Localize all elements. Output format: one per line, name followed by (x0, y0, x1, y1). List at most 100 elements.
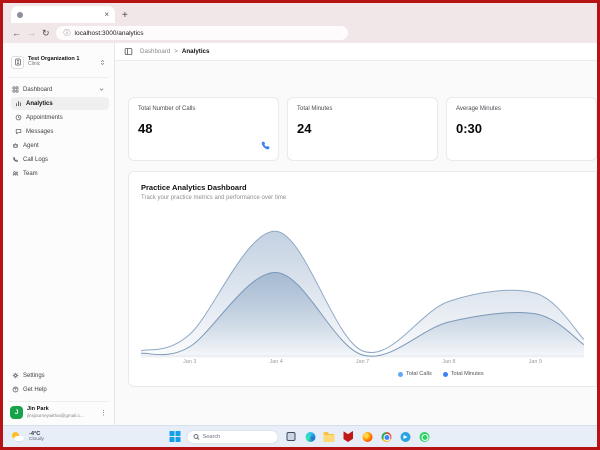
x-tick-label: Jan 7 (355, 359, 370, 365)
sidebar: Test Organization 1 Clinic Dashboard Ana… (3, 43, 115, 425)
user-email: jinsjourneywithai@gmail.c... (27, 413, 84, 419)
stat-card-value: 24 (297, 121, 312, 136)
weather-condition: Cloudy (29, 436, 44, 442)
bot-icon (13, 143, 18, 148)
x-tick-label: Jan 3 (183, 359, 197, 365)
browser-navbar: ← → ↻ ⓘ localhost:3000/analytics (3, 23, 597, 43)
file-explorer-icon[interactable] (323, 430, 336, 443)
back-icon[interactable]: ← (12, 28, 21, 38)
site-info-icon[interactable]: ⓘ (64, 28, 71, 38)
help-circle-icon (12, 386, 19, 393)
org-info: Test Organization 1 Clinic (28, 56, 95, 68)
legend-item[interactable]: Total Minutes (442, 371, 484, 377)
x-axis-ticks: Jan 3 Jan 4 Jan 7 Jan 8 Jan 9 (141, 358, 584, 367)
org-switcher[interactable]: Test Organization 1 Clinic (8, 51, 109, 78)
whatsapp-icon[interactable] (418, 430, 431, 443)
chrome-icon[interactable] (380, 430, 393, 443)
breadcrumb-current: Analytics (181, 48, 210, 55)
message-icon (15, 129, 22, 135)
main-content: Total Number of Calls 48 Total Minutes 2… (115, 61, 597, 425)
cloudy-weather-icon (11, 431, 25, 443)
sidebar-item-label: Appointments (26, 114, 63, 121)
stat-card-label: Average Minutes (456, 106, 501, 112)
breadcrumb-parent[interactable]: Dashboard (140, 48, 170, 55)
sidebar-item-team[interactable]: Team (8, 167, 109, 180)
x-tick-label: Jan 9 (528, 359, 542, 365)
mcafee-icon[interactable] (342, 430, 355, 443)
stat-card-average-minutes: Average Minutes 0:30 (446, 97, 597, 161)
search-label: Search (202, 433, 221, 440)
forward-icon[interactable]: → (27, 28, 36, 38)
weather-text: -4°C Cloudy (29, 431, 44, 443)
search-icon (193, 434, 199, 439)
sidebar-item-label: Settings (23, 372, 45, 379)
user-name: Jin Park (27, 406, 49, 413)
sidebar-item-call-logs[interactable]: Call Logs (8, 153, 109, 166)
breadcrumb-separator-icon: > (174, 48, 178, 55)
sidebar-item-label: Messages (26, 128, 54, 135)
org-type: Clinic (28, 61, 41, 68)
screenshot-frame: × + ← → ↻ ⓘ localhost:3000/analytics Tes… (0, 0, 600, 450)
phone-icon (13, 157, 18, 162)
panel-subtitle: Track your practice metrics and performa… (141, 195, 287, 201)
sidebar-item-label: Dashboard (23, 86, 53, 93)
sidebar-toggle-icon[interactable] (124, 47, 133, 56)
stat-card-total-calls: Total Number of Calls 48 (128, 97, 279, 161)
refresh-icon[interactable]: ↻ (42, 28, 50, 38)
sidebar-item-label: Get Help (23, 386, 47, 393)
user-card[interactable]: J Jin Park jinsjourneywithai@gmail.c... … (8, 401, 109, 420)
sidebar-item-appointments[interactable]: Appointments (11, 111, 109, 124)
users-icon (12, 171, 19, 176)
sidebar-item-messages[interactable]: Messages (11, 125, 109, 138)
content-column: Dashboard > Analytics Total Number of Ca… (115, 43, 597, 425)
tab-strip: × + (3, 3, 597, 23)
task-view-icon[interactable] (285, 430, 298, 443)
avatar: J (10, 406, 23, 419)
sidebar-item-get-help[interactable]: Get Help (8, 383, 109, 396)
stat-card-label: Total Number of Calls (138, 106, 196, 112)
x-tick-label: Jan 4 (269, 359, 283, 365)
ellipsis-vertical-icon[interactable]: ⋮ (100, 409, 107, 417)
new-tab-button[interactable]: + (122, 10, 128, 21)
x-tick-label: Jan 8 (442, 359, 456, 365)
area-chart: Jan 3 Jan 4 Jan 7 Jan 8 Jan 9 Total Calls Tot… (141, 210, 584, 377)
sidebar-item-label: Team (23, 170, 38, 177)
windows-taskbar: -4°C Cloudy Search (3, 425, 597, 447)
sidebar-item-settings[interactable]: Settings (8, 369, 109, 382)
dashboard-subitems: Analytics Appointments Messages (11, 97, 109, 139)
stat-card-total-minutes: Total Minutes 24 (287, 97, 438, 161)
stat-card-label: Total Minutes (297, 106, 333, 112)
stat-cards-row: Total Number of Calls 48 Total Minutes 2… (128, 97, 597, 161)
chevrons-up-down-icon (99, 53, 106, 71)
breadcrumb: Dashboard > Analytics (140, 48, 209, 55)
url-text: localhost:3000/analytics (74, 29, 144, 37)
stat-card-value: 0:30 (456, 121, 483, 136)
sidebar-item-agent[interactable]: Agent (8, 139, 109, 152)
legend-dot-icon (397, 371, 403, 377)
bar-chart-icon (16, 101, 21, 107)
stat-card-value: 48 (138, 121, 153, 136)
chart-legend: Total Calls Total Minutes (397, 371, 584, 377)
building-icon (11, 55, 24, 69)
legend-dot-icon (442, 371, 448, 377)
phone-badge-icon[interactable] (260, 138, 271, 156)
panel-title: Practice Analytics Dashboard (141, 183, 247, 192)
user-info: Jin Park jinsjourneywithai@gmail.c... (27, 406, 96, 418)
firefox-icon[interactable] (361, 430, 374, 443)
taskbar-search[interactable]: Search (186, 429, 279, 444)
weather-widget[interactable]: -4°C Cloudy (11, 431, 44, 443)
edge-icon[interactable] (304, 430, 317, 443)
browser-tab[interactable]: × (11, 6, 115, 23)
address-bar[interactable]: ⓘ localhost:3000/analytics (55, 26, 348, 40)
legend-item[interactable]: Total Calls (397, 371, 432, 377)
clock-icon (15, 114, 22, 121)
windows-start-icon[interactable] (169, 431, 181, 442)
tab-close-icon[interactable]: × (104, 10, 109, 19)
sidebar-item-analytics[interactable]: Analytics (11, 97, 109, 110)
sidebar-item-dashboard[interactable]: Dashboard (8, 83, 109, 96)
area-chart-svg (141, 230, 584, 358)
gear-icon (12, 372, 19, 379)
sidebar-item-label: Analytics (26, 100, 53, 107)
telegram-icon[interactable] (399, 430, 412, 443)
